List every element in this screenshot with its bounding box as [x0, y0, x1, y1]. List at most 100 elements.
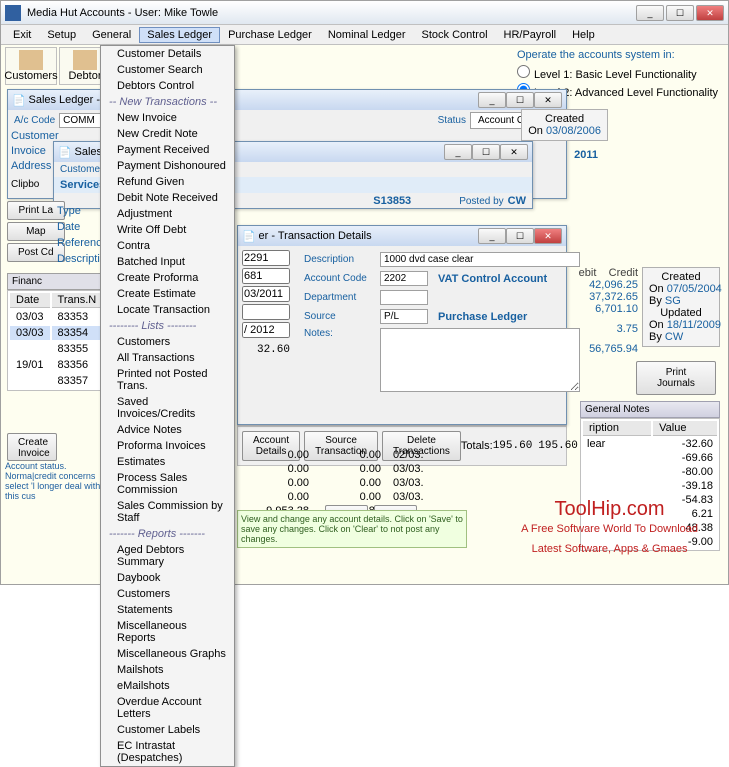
source-input[interactable] — [380, 309, 428, 324]
menu-sales-ledger[interactable]: Sales Ledger — [139, 27, 220, 43]
sub-min[interactable]: _ — [478, 228, 506, 244]
menu-item-customer-details[interactable]: Customer Details — [101, 46, 234, 62]
bottom-hint: View and change any account details. Cli… — [237, 510, 467, 548]
sub-min[interactable]: _ — [444, 144, 472, 160]
menu-item-locate-transaction[interactable]: Locate Transaction — [101, 302, 234, 318]
department-input[interactable] — [380, 290, 428, 305]
table-row: 03/0383354 — [10, 326, 102, 340]
menu-item-estimates[interactable]: Estimates — [101, 454, 234, 470]
description-input[interactable] — [380, 252, 580, 267]
menu-item-new-credit-note[interactable]: New Credit Note — [101, 126, 234, 142]
menu-separator: ------- Reports ------- — [101, 526, 234, 542]
trx-val-3[interactable] — [242, 304, 290, 320]
menu-item-new-invoice[interactable]: New Invoice — [101, 110, 234, 126]
menu-item-overdue-account-letters[interactable]: Overdue Account Letters — [101, 694, 234, 722]
create-invoice-button[interactable]: Create Invoice — [7, 433, 57, 461]
debtor-icon — [73, 50, 97, 70]
menu-item-proforma-invoices[interactable]: Proforma Invoices — [101, 438, 234, 454]
print-la-button[interactable]: Print La — [7, 201, 65, 220]
menu-item-emailshots[interactable]: eMailshots — [101, 678, 234, 694]
menu-item-customers[interactable]: Customers — [101, 586, 234, 602]
menu-item-adjustment[interactable]: Adjustment — [101, 206, 234, 222]
account-code-input[interactable] — [380, 271, 428, 286]
trx-val-0[interactable] — [242, 250, 290, 266]
menu-item-advice-notes[interactable]: Advice Notes — [101, 422, 234, 438]
menu-item-customers[interactable]: Customers — [101, 334, 234, 350]
menu-item-payment-received[interactable]: Payment Received — [101, 142, 234, 158]
sub-max[interactable]: ☐ — [506, 228, 534, 244]
sub-max[interactable]: ☐ — [506, 92, 534, 108]
print-journals-button[interactable]: Print Journals — [636, 361, 716, 395]
post-cd-button[interactable]: Post Cd — [7, 243, 65, 262]
menu-item-debtors-control[interactable]: Debtors Control — [101, 78, 234, 94]
trx-val-5: 32.60 — [242, 344, 290, 356]
menu-item-sales-commission-by-staff[interactable]: Sales Commission by Staff — [101, 498, 234, 526]
menu-stock-control[interactable]: Stock Control — [414, 27, 496, 43]
menu-item-create-proforma[interactable]: Create Proforma — [101, 270, 234, 286]
menu-exit[interactable]: Exit — [5, 27, 39, 43]
sub-close[interactable]: ✕ — [500, 144, 528, 160]
trans-list[interactable]: DateTrans.N 03/0383353 03/0383354 83355 … — [7, 290, 105, 391]
menu-item-daybook[interactable]: Daybook — [101, 570, 234, 586]
menubar: Exit Setup General Sales Ledger Purchase… — [1, 25, 728, 45]
table-row: 19/0183356 — [10, 358, 102, 372]
menu-purchase-ledger[interactable]: Purchase Ledger — [220, 27, 320, 43]
customer-label: Customer — [60, 164, 103, 175]
close-button[interactable]: ✕ — [696, 5, 724, 21]
services-text: Services — [60, 179, 105, 191]
source-name: Purchase Ledger — [438, 311, 527, 323]
menu-item-aged-debtors-summary[interactable]: Aged Debtors Summary — [101, 542, 234, 570]
status-label: Status — [438, 115, 466, 126]
menu-item-write-off-debt[interactable]: Write Off Debt — [101, 222, 234, 238]
menu-item-statements[interactable]: Statements — [101, 602, 234, 618]
menu-item-miscellaneous-reports[interactable]: Miscellaneous Reports — [101, 618, 234, 646]
menu-item-debit-note-received[interactable]: Debit Note Received — [101, 190, 234, 206]
main-titlebar: Media Hut Accounts - User: Mike Towle _ … — [1, 1, 728, 25]
level-heading: Operate the accounts system in: — [517, 49, 718, 61]
sales-ledger-dropdown[interactable]: Customer DetailsCustomer SearchDebtors C… — [100, 45, 235, 767]
level1-option[interactable]: Level 1: Basic Level Functionality — [517, 65, 718, 81]
menu-item-payment-dishonoured[interactable]: Payment Dishonoured — [101, 158, 234, 174]
menu-item-create-estimate[interactable]: Create Estimate — [101, 286, 234, 302]
menu-item-refund-given[interactable]: Refund Given — [101, 174, 234, 190]
trx-val-1[interactable] — [242, 268, 290, 284]
menu-item-contra[interactable]: Contra — [101, 238, 234, 254]
menu-item-saved-invoices-credits[interactable]: Saved Invoices/Credits — [101, 394, 234, 422]
menu-setup[interactable]: Setup — [39, 27, 84, 43]
level1-radio[interactable] — [517, 65, 530, 78]
menu-help[interactable]: Help — [564, 27, 603, 43]
minimize-button[interactable]: _ — [636, 5, 664, 21]
status-hint: Account status. Norma|credit concerns se… — [5, 461, 103, 501]
sub-min[interactable]: _ — [478, 92, 506, 108]
map-button[interactable]: Map — [7, 222, 65, 241]
trx-val-4[interactable] — [242, 322, 290, 338]
menu-nominal-ledger[interactable]: Nominal Ledger — [320, 27, 414, 43]
menu-item-mailshots[interactable]: Mailshots — [101, 662, 234, 678]
menu-separator: -- New Transactions -- — [101, 94, 234, 110]
sub-close[interactable]: ✕ — [534, 92, 562, 108]
table-row: 83355 — [10, 342, 102, 356]
menu-item-customer-labels[interactable]: Customer Labels — [101, 722, 234, 738]
year-fragment: 2011 — [574, 149, 598, 161]
maximize-button[interactable]: ☐ — [666, 5, 694, 21]
notes-textarea[interactable] — [380, 328, 580, 392]
account-name: VAT Control Account — [438, 273, 547, 285]
menu-item-miscellaneous-graphs[interactable]: Miscellaneous Graphs — [101, 646, 234, 662]
promo-watermark: ToolHip.com A Free Software World To Dow… — [521, 499, 698, 559]
menu-item-batched-input[interactable]: Batched Input — [101, 254, 234, 270]
menu-item-all-transactions[interactable]: All Transactions — [101, 350, 234, 366]
menu-item-customer-search[interactable]: Customer Search — [101, 62, 234, 78]
toolbar-customers[interactable]: Customers — [5, 47, 57, 85]
menu-hr-payroll[interactable]: HR/Payroll — [496, 27, 565, 43]
menu-item-ec-intrastat-despatches-[interactable]: EC Intrastat (Despatches) — [101, 738, 234, 766]
menu-item-process-sales-commission[interactable]: Process Sales Commission — [101, 470, 234, 498]
sub-close[interactable]: ✕ — [534, 228, 562, 244]
finance-tab[interactable]: Financ — [7, 273, 103, 290]
sub-max[interactable]: ☐ — [472, 144, 500, 160]
left-labels: Customer Invoice Address — [11, 129, 59, 174]
app-icon — [5, 5, 21, 21]
menu-general[interactable]: General — [84, 27, 139, 43]
transaction-details-window: 📄 er - Transaction Details _☐✕ 32.60 Des… — [237, 225, 567, 425]
trx-val-2[interactable] — [242, 286, 290, 302]
menu-item-printed-not-posted-trans-[interactable]: Printed not Posted Trans. — [101, 366, 234, 394]
